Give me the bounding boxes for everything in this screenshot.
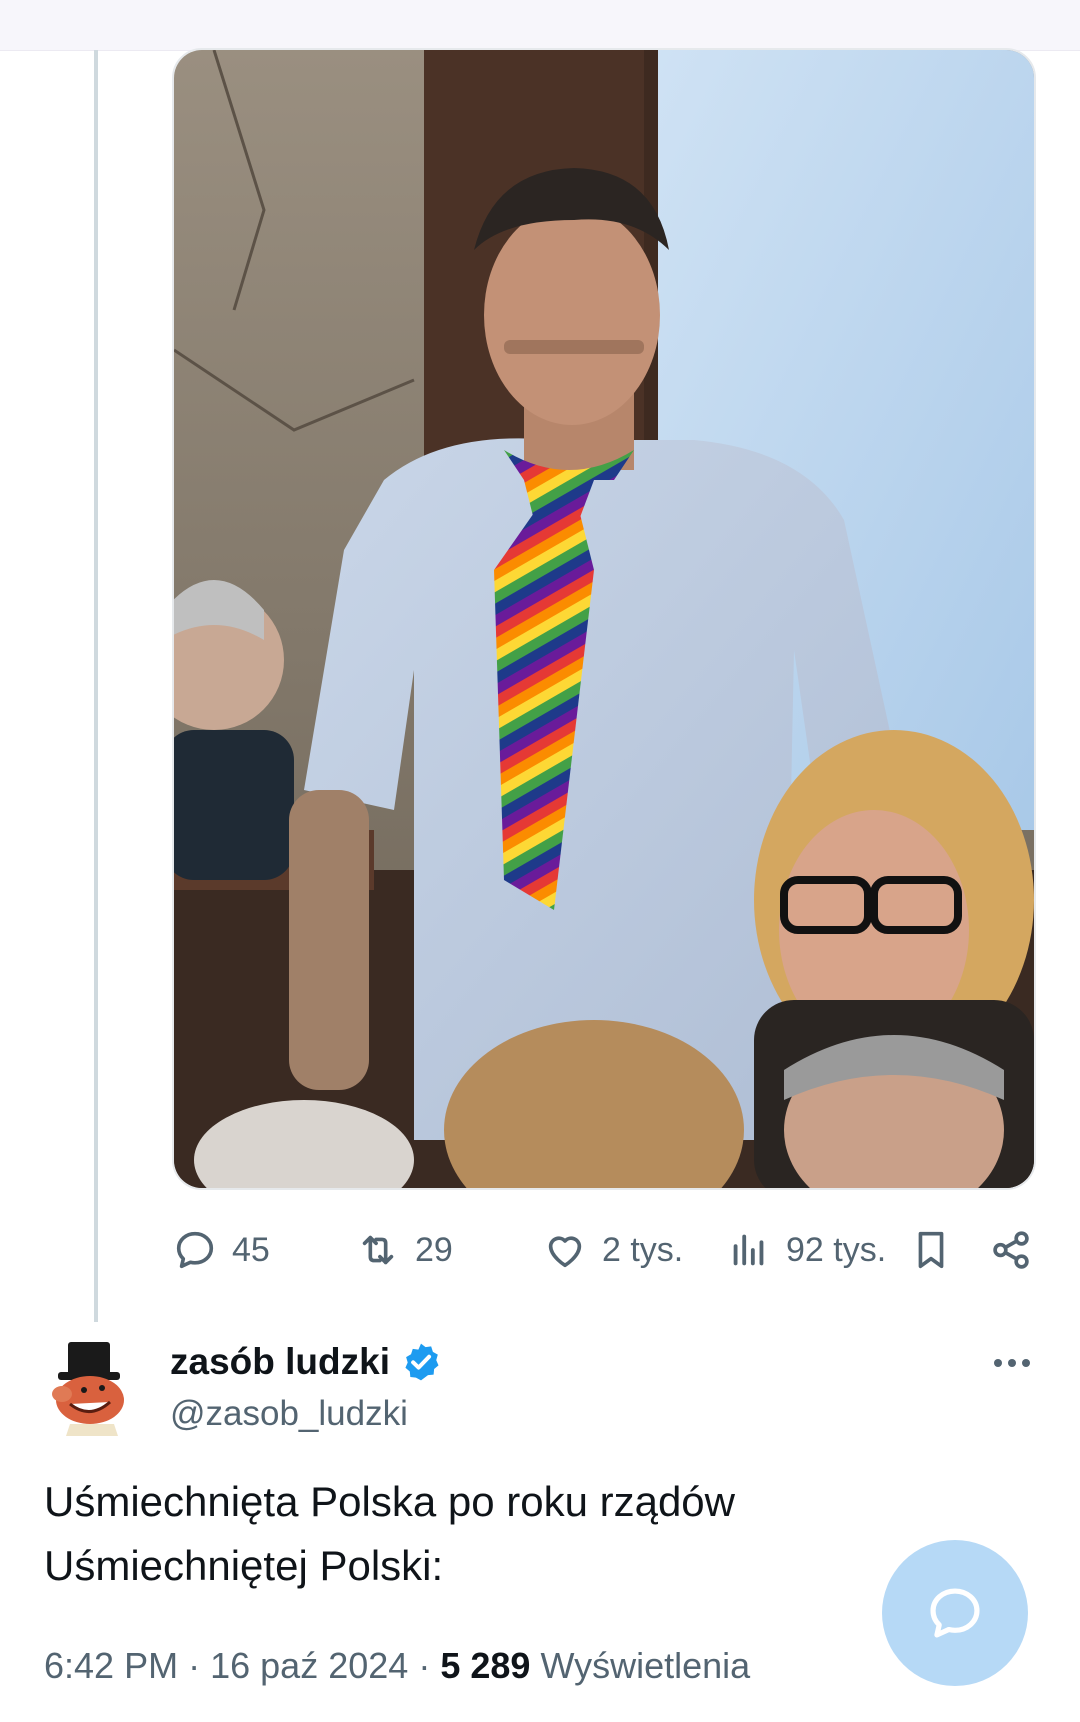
share-button[interactable] (988, 1215, 1034, 1285)
author-handle[interactable]: @zasob_ludzki (170, 1390, 408, 1438)
views-button[interactable]: 92 tys. (726, 1215, 886, 1285)
tweet-action-bar: 45 29 2 tys. 92 tys. (0, 1215, 1080, 1285)
bookmark-icon (918, 1231, 944, 1269)
photo-illustration (174, 50, 1034, 1188)
tweet-text: Uśmiechnięta Polska po roku rządów Uśmie… (44, 1470, 944, 1598)
share-icon (993, 1231, 1029, 1269)
reply-icon (930, 1588, 980, 1638)
more-dots-icon (994, 1359, 1030, 1367)
more-options-button[interactable] (990, 1348, 1034, 1378)
thread-connector-line (94, 50, 98, 1322)
reply-icon (176, 1231, 214, 1269)
tweet-views-label: Wyświetlenia (540, 1645, 751, 1686)
tweet-meta: 6:42 PM · 16 paź 2024 · 5 289 Wyświetlen… (44, 1640, 750, 1692)
separator: · (418, 1645, 431, 1686)
views-count: 92 tys. (786, 1230, 887, 1269)
repost-icon (362, 1235, 394, 1265)
verified-badge-icon[interactable] (400, 1341, 442, 1383)
bookmark-button[interactable] (908, 1215, 954, 1285)
top-bar (0, 0, 1080, 51)
tweet-time[interactable]: 6:42 PM (44, 1645, 178, 1686)
top-hat-caricature-avatar-icon (52, 1342, 124, 1436)
tweet-date[interactable]: 16 paź 2024 (210, 1645, 408, 1686)
tweet-photo[interactable] (172, 48, 1036, 1190)
repost-button[interactable]: 29 (355, 1215, 453, 1285)
tweet-text-line: Uśmiechniętej Polski: (44, 1542, 444, 1589)
like-button[interactable]: 2 tys. (542, 1215, 683, 1285)
separator: · (188, 1645, 201, 1686)
author-display-name: zasób ludzki (170, 1341, 390, 1382)
reply-count: 45 (232, 1230, 270, 1269)
avatar[interactable] (44, 1338, 136, 1438)
like-count: 2 tys. (602, 1230, 684, 1269)
heart-icon (548, 1236, 582, 1268)
tweet-text-line: Uśmiechnięta Polska po roku rządów (44, 1478, 735, 1525)
reply-button[interactable]: 45 (172, 1215, 270, 1285)
author-name[interactable]: zasób ludzki (170, 1338, 442, 1386)
analytics-bar-icon (733, 1234, 764, 1266)
tweet-views-count: 5 289 (440, 1645, 531, 1686)
floating-reply-button[interactable] (882, 1540, 1028, 1686)
repost-count: 29 (415, 1230, 453, 1269)
